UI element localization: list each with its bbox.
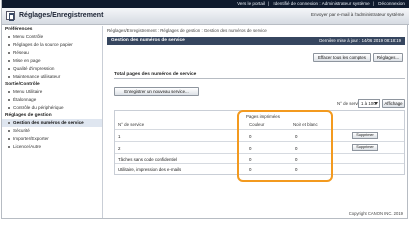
login-info: Identifié de connexion : Administrateur … bbox=[273, 1, 370, 6]
sidebar-item-source-papier[interactable]: Réglages de la source papier bbox=[2, 41, 102, 49]
top-bar: Vers le portail | Identifié de connexion … bbox=[2, 0, 409, 8]
row-4-id: Utilitaire, impression des e-mails bbox=[118, 167, 182, 172]
bullet-icon bbox=[8, 67, 10, 70]
bullet-icon bbox=[8, 59, 10, 62]
sidebar-item-menu-utilitaire[interactable]: Menu Utilitaire bbox=[2, 88, 102, 96]
sidebar-section-title: Réglages de gestion bbox=[5, 113, 52, 118]
bullet-icon bbox=[8, 51, 10, 54]
bullet-icon bbox=[8, 98, 10, 101]
sidebar-item-gestion-numeros[interactable]: Gestion des numéros de service bbox=[2, 119, 102, 127]
bullet-icon bbox=[8, 90, 10, 93]
highlight-box bbox=[237, 110, 333, 182]
delete-button[interactable]: Supprimer bbox=[352, 144, 378, 151]
logout-link[interactable]: Déconnexion bbox=[378, 1, 405, 6]
col-header-service: N° de service bbox=[118, 122, 145, 127]
sidebar-item-mise-en-page[interactable]: Mise en page bbox=[2, 57, 102, 65]
divider bbox=[114, 78, 405, 79]
chevron-down-icon bbox=[374, 102, 378, 105]
row-3-id: Tâches sans code confidentiel bbox=[118, 157, 178, 162]
sidebar-item-importer-exporter[interactable]: Importer/Exporter bbox=[2, 135, 102, 143]
sidebar-item-controle-peripherique[interactable]: Contrôle du périphérique bbox=[2, 104, 102, 112]
sidebar-item-licence[interactable]: Licence/Autre bbox=[2, 143, 102, 151]
range-select[interactable]: 1 à 100 bbox=[358, 99, 380, 108]
page-title: Gestion des numéros de service bbox=[111, 38, 185, 43]
bullet-icon bbox=[8, 75, 10, 78]
sidebar: Préférences Menu Contrôle Réglages de la… bbox=[2, 26, 103, 218]
header: Réglages/Enregistrement Envoyer par e-ma… bbox=[2, 8, 409, 25]
row-2-id: 2 bbox=[118, 146, 121, 151]
mail-admin-link[interactable]: Envoyer par e-mail à l'administrateur sy… bbox=[311, 12, 404, 17]
top-links: Vers le portail | Identifié de connexion … bbox=[237, 1, 405, 6]
settings-button[interactable]: Réglages... bbox=[373, 53, 403, 62]
portal-link[interactable]: Vers le portail bbox=[237, 1, 265, 6]
page-title-bar: Gestion des numéros de service Dernière … bbox=[107, 37, 405, 45]
clear-all-button[interactable]: Effacer tous les comptes bbox=[313, 53, 371, 62]
section-title: Total pages des numéros de service bbox=[114, 72, 197, 77]
register-service-button[interactable]: Enregistrer un nouveau service... bbox=[114, 87, 199, 96]
settings-logo-icon bbox=[6, 11, 15, 21]
sidebar-item-qualite[interactable]: Qualité d'impression bbox=[2, 65, 102, 73]
row-1-id: 1 bbox=[118, 134, 121, 139]
sidebar-item-menu-controle[interactable]: Menu Contrôle bbox=[2, 33, 102, 41]
bullet-icon bbox=[8, 121, 10, 124]
delete-button[interactable]: Supprimer bbox=[352, 132, 378, 139]
bullet-icon bbox=[8, 145, 10, 148]
bullet-icon bbox=[8, 137, 10, 140]
sidebar-item-etalonnage[interactable]: Étalonnage bbox=[2, 96, 102, 104]
copyright: Copyright CANON INC. 2019 bbox=[348, 211, 403, 216]
display-button[interactable]: Affichage bbox=[382, 99, 405, 108]
sidebar-item-reseau[interactable]: Réseau bbox=[2, 49, 102, 57]
sidebar-item-securite[interactable]: Sécurité bbox=[2, 127, 102, 135]
app-window: Vers le portail | Identifié de connexion … bbox=[1, 0, 409, 219]
breadcrumb: Réglages/Enregistrement : Réglages de ge… bbox=[107, 28, 267, 33]
sidebar-item-maintenance[interactable]: Maintenance utilisateur bbox=[2, 73, 102, 81]
bullet-icon bbox=[8, 106, 10, 109]
bullet-icon bbox=[8, 43, 10, 46]
app-title: Réglages/Enregistrement bbox=[19, 12, 104, 19]
bullet-icon bbox=[8, 129, 10, 132]
sidebar-section-title: Sortie/Contrôle bbox=[5, 82, 40, 87]
last-update: Dernière mise à jour : 14/06 2019 08:18:… bbox=[319, 38, 401, 43]
sidebar-section-title: Préférences bbox=[5, 27, 33, 32]
bullet-icon bbox=[8, 35, 10, 38]
